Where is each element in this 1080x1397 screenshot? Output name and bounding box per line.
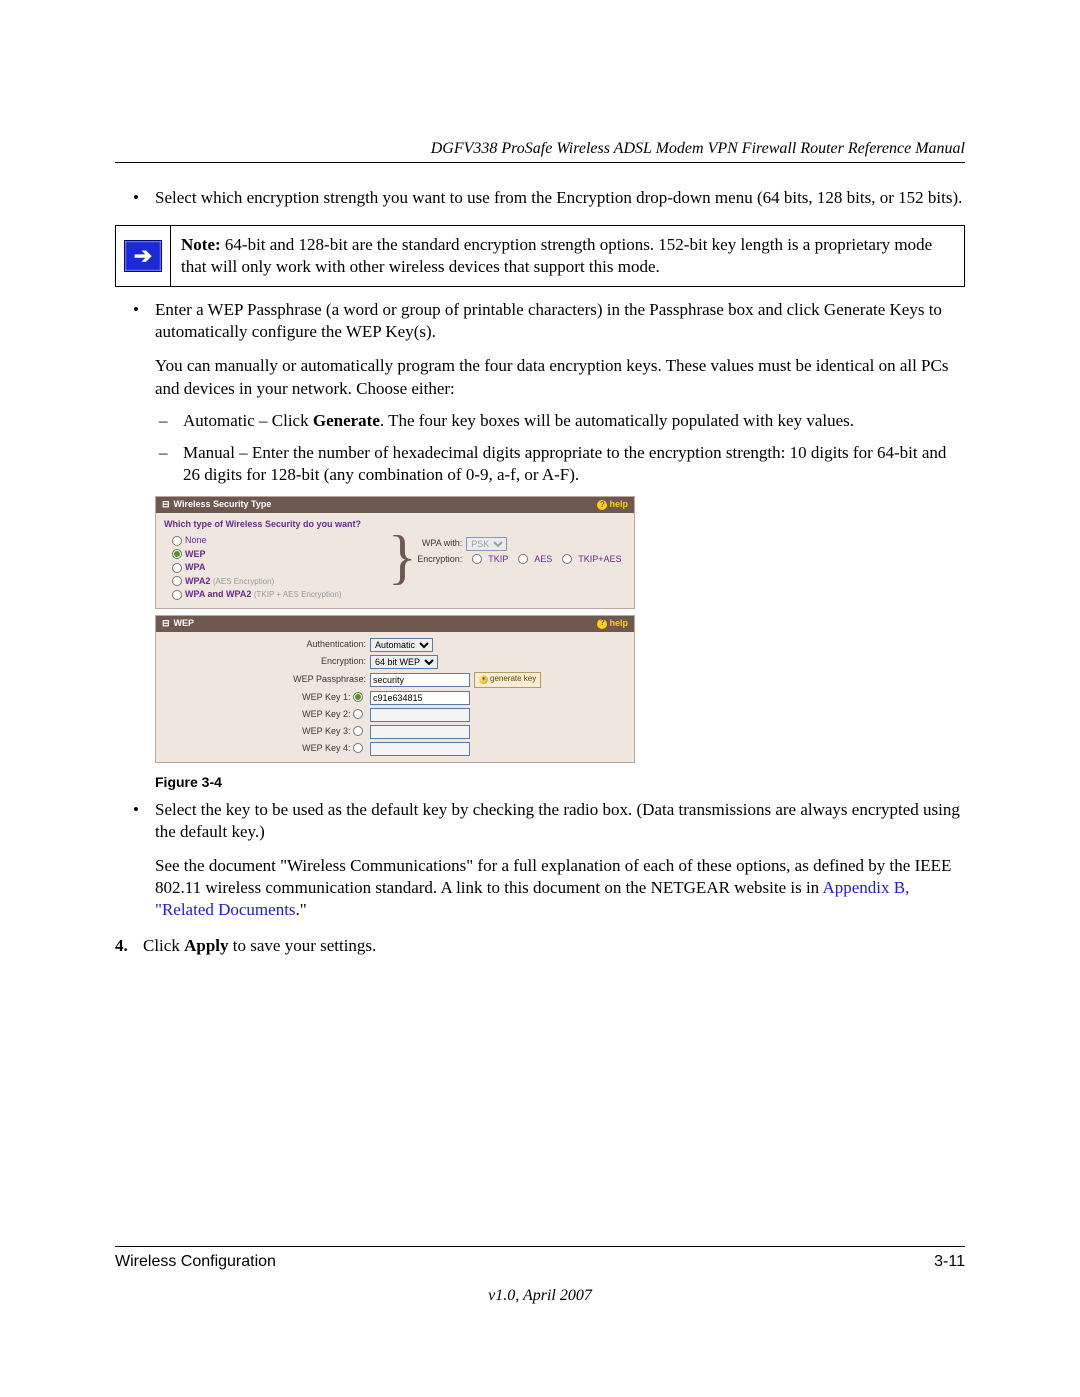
label-aes: AES <box>534 554 552 566</box>
radio-wpa2[interactable] <box>172 576 182 586</box>
select-wpa-with[interactable]: PSK <box>466 537 507 551</box>
footer-section: Wireless Configuration <box>115 1253 276 1271</box>
generate-key-button[interactable]: ✶generate key <box>474 672 541 688</box>
footer-version: v1.0, April 2007 <box>115 1287 965 1305</box>
dash1-post: . The four key boxes will be automatical… <box>380 411 854 430</box>
help-icon: ? <box>597 619 607 629</box>
label-tkip-aes: TKIP+AES <box>578 554 621 566</box>
label-none: None <box>185 535 207 545</box>
radio-wpa-wpa2[interactable] <box>172 590 182 600</box>
security-question: Which type of Wireless Security do you w… <box>164 519 404 531</box>
note-wpa2: (AES Encryption) <box>213 577 274 586</box>
step4-pre: Click <box>143 936 184 955</box>
input-wep-key-1[interactable] <box>370 691 470 705</box>
input-wep-passphrase[interactable] <box>370 673 470 687</box>
arrow-icon: ➔ <box>124 240 162 272</box>
radio-wep-key-2[interactable] <box>353 709 363 719</box>
label-authentication: Authentication: <box>240 639 370 651</box>
note-icon-cell: ➔ <box>116 226 171 287</box>
page-header-title: DGFV338 ProSafe Wireless ADSL Modem VPN … <box>115 140 965 158</box>
footer-page-number: 3-11 <box>934 1253 965 1271</box>
radio-wep[interactable] <box>172 549 182 559</box>
radio-wep-key-4[interactable] <box>353 743 363 753</box>
para-programming-keys: You can manually or automatically progra… <box>155 355 965 399</box>
panel-collapse-icon[interactable]: ⊟ <box>162 499 170 511</box>
note-label: Note: <box>181 235 221 254</box>
radio-wep-key-1[interactable] <box>353 692 363 702</box>
help-label: help <box>609 499 628 511</box>
generate-icon: ✶ <box>479 675 488 684</box>
radio-wpa[interactable] <box>172 563 182 573</box>
panel-wep: ⊟ WEP ?help Authentication: Automatic Enc… <box>155 615 635 763</box>
input-wep-key-4[interactable] <box>370 742 470 756</box>
bullet-passphrase: Enter a WEP Passphrase (a word or group … <box>115 299 965 343</box>
label-wpa2: WPA2 <box>185 576 210 586</box>
select-encryption[interactable]: 64 bit WEP <box>370 655 438 669</box>
step4-post: to save your settings. <box>229 936 377 955</box>
step-4: Click Apply to save your settings. <box>115 935 965 957</box>
document-page: DGFV338 ProSafe Wireless ADSL Modem VPN … <box>0 0 1080 1397</box>
label-wpa-wpa2: WPA and WPA2 <box>185 589 251 599</box>
radio-wep-key-3[interactable] <box>353 726 363 736</box>
header-rule <box>115 162 965 163</box>
see-doc-post: ." <box>296 900 307 919</box>
generate-key-label: generate key <box>490 674 536 684</box>
note-text-cell: Note: 64-bit and 128-bit are the standar… <box>171 226 965 287</box>
input-wep-key-2[interactable] <box>370 708 470 722</box>
panel-collapse-icon[interactable]: ⊟ <box>162 618 170 630</box>
label-wep: WEP <box>185 549 206 559</box>
help-icon: ? <box>597 500 607 510</box>
radio-aes[interactable] <box>518 554 528 564</box>
label-tkip: TKIP <box>488 554 508 566</box>
page-footer: Wireless Configuration 3-11 v1.0, April … <box>115 1246 965 1305</box>
note-wpa-wpa2: (TKIP + AES Encryption) <box>254 590 342 599</box>
brace-icon: } <box>388 527 417 587</box>
para-see-document: See the document "Wireless Communication… <box>155 855 965 921</box>
bullet-encryption-strength: Select which encryption strength you wan… <box>115 187 965 209</box>
radio-tkip-aes[interactable] <box>562 554 572 564</box>
panel-title-wep: WEP <box>174 618 195 630</box>
label-wpa: WPA <box>185 562 205 572</box>
note-box: ➔ Note: 64-bit and 128-bit are the stand… <box>115 225 965 287</box>
help-link-wep[interactable]: ?help <box>597 618 628 630</box>
generate-bold: Generate <box>313 411 380 430</box>
footer-rule <box>115 1246 965 1247</box>
label-wep-key-1: WEP Key 1: <box>302 692 350 702</box>
radio-none[interactable] <box>172 536 182 546</box>
select-authentication[interactable]: Automatic <box>370 638 433 652</box>
main-content: Select which encryption strength you wan… <box>115 187 965 957</box>
help-label: help <box>609 618 628 630</box>
radio-tkip[interactable] <box>472 554 482 564</box>
dash-manual: Manual – Enter the number of hexadecimal… <box>115 442 965 486</box>
figure-3-4: ⊟Wireless Security Type ?help Which type… <box>155 496 965 763</box>
label-wep-key-2: WEP Key 2: <box>302 709 350 719</box>
figure-caption: Figure 3-4 <box>155 773 965 791</box>
label-encryption: Encryption: <box>240 656 370 668</box>
panel-title-security: Wireless Security Type <box>174 499 272 511</box>
dash-automatic: Automatic – Click Generate. The four key… <box>115 410 965 432</box>
label-wep-key-4: WEP Key 4: <box>302 743 350 753</box>
input-wep-key-3[interactable] <box>370 725 470 739</box>
help-link-security[interactable]: ?help <box>597 499 628 511</box>
apply-bold: Apply <box>184 936 228 955</box>
bullet-default-key: Select the key to be used as the default… <box>115 799 965 843</box>
label-wep-passphrase: WEP Passphrase: <box>240 674 370 686</box>
dash1-pre: Automatic – Click <box>183 411 313 430</box>
note-text: 64-bit and 128-bit are the standard encr… <box>181 235 932 276</box>
label-wep-key-3: WEP Key 3: <box>302 726 350 736</box>
panel-wireless-security-type: ⊟ Wireless Security Type ?help Which type… <box>155 496 635 609</box>
